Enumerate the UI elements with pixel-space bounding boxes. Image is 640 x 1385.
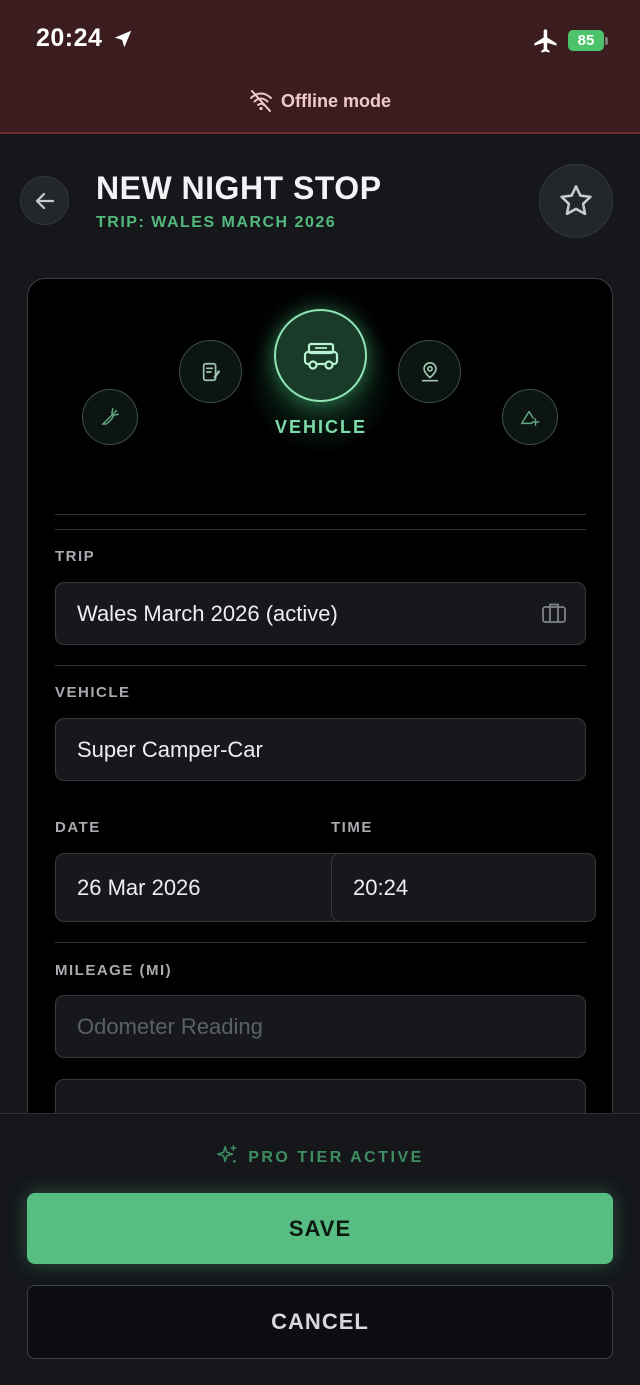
page-subtitle: TRIP: WALES MARCH 2026 bbox=[96, 214, 337, 231]
type-option-note[interactable] bbox=[179, 340, 242, 403]
pro-tier-label: PRO TIER ACTIVE bbox=[248, 1149, 424, 1166]
divider bbox=[55, 942, 586, 943]
divider bbox=[55, 665, 586, 666]
status-bar: 20:24 85 Offline mode bbox=[0, 0, 640, 134]
divider bbox=[55, 514, 586, 515]
time-field[interactable]: 20:24 bbox=[331, 853, 596, 922]
form-card: VEHICLE TRIP Wales March 2026 (active) V… bbox=[27, 278, 613, 1138]
vehicle-icon bbox=[303, 342, 338, 370]
trip-label: TRIP bbox=[55, 548, 96, 565]
vehicle-field[interactable]: Super Camper-Car bbox=[55, 718, 586, 781]
date-label: DATE bbox=[55, 819, 101, 836]
note-icon bbox=[202, 362, 220, 381]
star-icon bbox=[560, 185, 592, 216]
mileage-input[interactable]: Odometer Reading bbox=[55, 995, 586, 1058]
vehicle-value: Super Camper-Car bbox=[77, 736, 263, 762]
mileage-placeholder: Odometer Reading bbox=[77, 1013, 263, 1039]
page-title: NEW NIGHT STOP bbox=[96, 170, 382, 206]
back-button[interactable] bbox=[20, 176, 69, 225]
battery-indicator: 85 bbox=[568, 30, 604, 51]
status-time: 20:24 bbox=[36, 24, 103, 52]
date-field[interactable]: 26 Mar 2026 bbox=[55, 853, 345, 922]
battery-tip bbox=[605, 37, 608, 45]
offline-banner: Offline mode bbox=[0, 90, 640, 112]
location-arrow-icon bbox=[114, 30, 132, 48]
divider bbox=[55, 529, 586, 530]
sparkle-icon bbox=[217, 1145, 237, 1163]
trip-field[interactable]: Wales March 2026 (active) bbox=[55, 582, 586, 645]
type-option-location[interactable] bbox=[398, 340, 461, 403]
date-value: 26 Mar 2026 bbox=[77, 874, 201, 900]
type-option-vehicle[interactable] bbox=[274, 309, 367, 402]
wifi-off-icon bbox=[249, 90, 272, 112]
time-value: 20:24 bbox=[353, 874, 409, 900]
time-label: TIME bbox=[331, 819, 373, 836]
cancel-button[interactable]: CANCEL bbox=[27, 1285, 613, 1359]
pro-tier-badge: PRO TIER ACTIVE bbox=[0, 1144, 640, 1167]
bottom-actions: PRO TIER ACTIVE SAVE CANCEL bbox=[0, 1113, 640, 1385]
mileage-label: MILEAGE (MI) bbox=[55, 962, 173, 979]
map-pin-icon bbox=[421, 361, 438, 382]
offline-label: Offline mode bbox=[280, 91, 391, 111]
selected-type-label: VEHICLE bbox=[274, 417, 367, 437]
suitcase-icon bbox=[542, 603, 566, 623]
save-button[interactable]: SAVE bbox=[27, 1193, 613, 1264]
favorite-button[interactable] bbox=[539, 164, 613, 238]
vehicle-label: VEHICLE bbox=[55, 684, 131, 701]
trip-value: Wales March 2026 (active) bbox=[77, 600, 338, 626]
arrow-left-icon bbox=[35, 192, 54, 209]
airplane-icon bbox=[534, 29, 557, 53]
